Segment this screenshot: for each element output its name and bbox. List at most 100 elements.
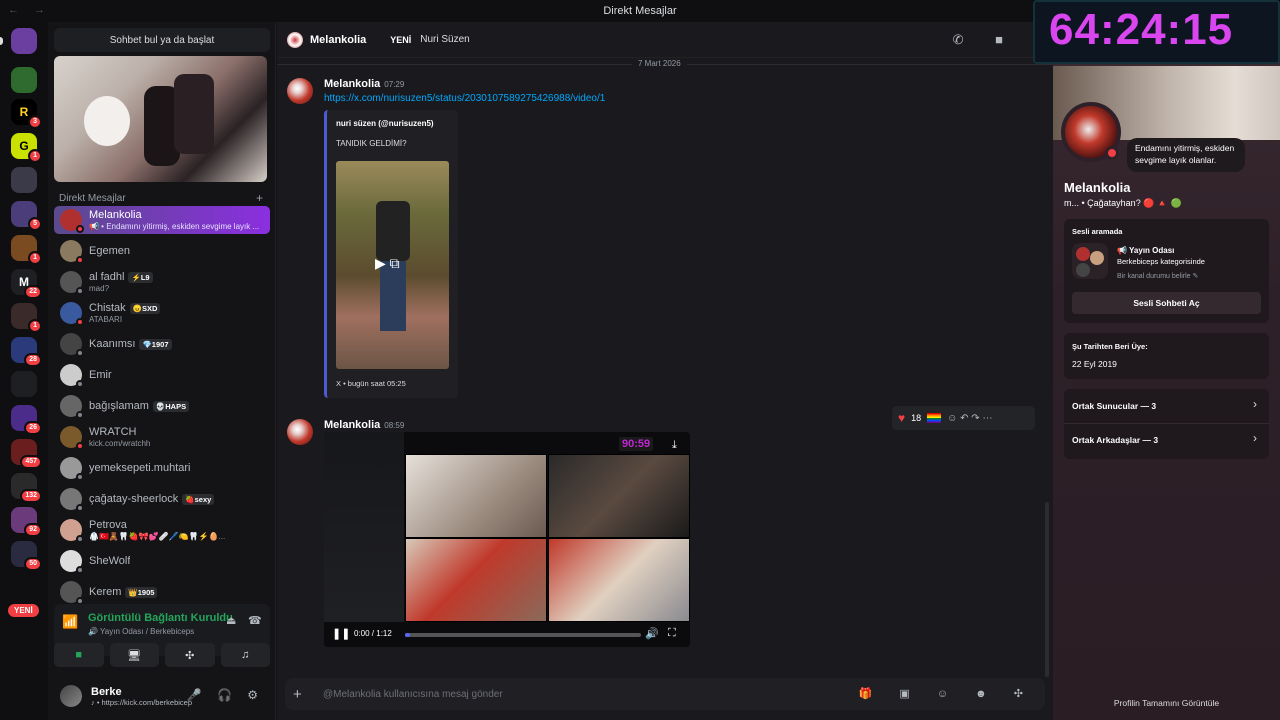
user-controls[interactable]: 🎤 🎧 ⚙ [187,688,264,702]
new-label: YENİ [390,34,412,45]
dm-item[interactable]: Kerem 👑1905 [54,578,270,606]
download-icon[interactable]: ⤓ [672,439,677,452]
server-icon[interactable]: M 22 [11,269,42,299]
unread-badge: 92 [24,523,42,537]
voice-room-name[interactable]: 📢 Yayın Odası [1117,246,1174,255]
activities-button[interactable]: ✣ [165,643,215,667]
rainbow-flag-reaction-icon[interactable] [927,413,942,423]
volume-icon[interactable]: 🔊 [645,627,659,640]
avatar[interactable] [287,78,313,104]
dm-item[interactable]: Chistak 😠SXD ATABARI [54,299,270,327]
avatar[interactable] [1061,102,1121,162]
dm-subtitle: kick.com/wratchh [89,439,151,448]
avatar[interactable] [287,419,313,445]
call-icons[interactable]: ✆ ■ [953,32,1017,48]
dm-item[interactable]: Petrova 🥼🇹🇷🧸🦷🍓🎀💕🩹🖊️🍋🦷⚡🥚... [54,516,270,544]
server-icon[interactable]: 457 [11,439,42,469]
message-author[interactable]: Melankolia [324,78,380,90]
message-action-icons[interactable]: ☺ ↶ ↷ ⋯ [947,413,992,424]
voice-channel-label[interactable]: 🔊 Yayın Odası / Berkebiceps [88,627,194,636]
message-link[interactable]: https://x.com/nurisuzen5/status/20301075… [324,93,605,104]
avatar[interactable] [60,302,84,326]
heart-reaction-icon[interactable]: ♥ [898,411,905,425]
dm-item[interactable]: Kaanımsı 💎1907 [54,330,270,358]
open-voice-chat-button[interactable]: Sesli Sohbeti Aç [1072,292,1261,314]
avatar[interactable] [60,488,84,512]
dm-item[interactable]: SheWolf [54,547,270,575]
pause-icon[interactable]: ❚❚ [332,627,350,640]
server-icon[interactable]: 1 [11,235,42,265]
avatar[interactable] [60,271,84,295]
username: Berke [91,685,122,698]
message-author[interactable]: Melankolia [324,419,380,431]
avatar[interactable] [60,685,82,707]
embed-author[interactable]: nuri süzen (@nurisuzen5) [336,119,434,128]
avatar[interactable] [60,333,84,357]
dm-name: SheWolf [89,555,131,567]
server-icon[interactable]: 50 [11,541,42,571]
dm-item[interactable]: Emir [54,361,270,389]
server-icon[interactable]: 92 [11,507,42,537]
server-icon[interactable]: 5 [11,201,42,231]
video-progress-bar[interactable] [405,633,641,637]
unread-badge: 28 [24,353,42,367]
camera-button[interactable]: ■ [54,643,104,667]
embed-video-thumbnail[interactable]: ▶ ⧉ [336,161,449,369]
server-icon[interactable]: 1 [11,303,42,333]
attach-button[interactable]: + [293,686,313,703]
message-input[interactable] [323,688,883,700]
dm-item[interactable]: Melankolia 📢 • Endamını yitirmiş, eskiden… [54,206,270,234]
dm-item[interactable]: çağatay-sheerlock 🍓sexy [54,485,270,513]
dm-item[interactable]: WRATCH kick.com/wratchh [54,423,270,451]
avatar[interactable] [60,550,84,574]
home-button[interactable] [0,28,37,54]
input-tool-icons[interactable]: 🎁 ▣ ☺ ☻ ✣ [859,687,1035,700]
fullscreen-icon[interactable]: ⛶ [668,627,676,640]
server-icon[interactable] [11,371,37,397]
server-icon[interactable] [11,67,37,93]
chevron-right-icon[interactable]: › [1253,431,1257,445]
add-dm-button[interactable]: + [256,191,263,205]
server-icon[interactable]: 26 [11,405,42,435]
avatar[interactable] [60,519,84,543]
mutual-friends-row[interactable]: Ortak Arkadaşlar — 3 [1072,435,1158,445]
avatar[interactable] [287,31,303,48]
server-icon[interactable]: 132 [11,473,42,503]
avatar[interactable] [60,581,84,605]
chevron-right-icon[interactable]: › [1253,397,1257,411]
set-channel-status[interactable]: Bir kanal durumu belirle ✎ [1117,272,1198,280]
scrollbar[interactable] [1045,502,1049,677]
video-player[interactable]: 90:59 ⤓ ❚❚ 0:00 / 1:12 🔊 ⛶ [324,432,690,647]
screen-share-button[interactable]: 🖥 [109,643,159,667]
avatar [1076,247,1090,261]
server-icon[interactable]: R3 [11,99,42,129]
server-icon[interactable] [11,167,37,193]
avatar[interactable] [60,457,84,481]
dm-item[interactable]: yemeksepeti.muhtari [54,454,270,482]
play-icon[interactable]: ▶ ⧉ [375,255,400,272]
dm-item[interactable]: bağışlamam 💀HAPS [54,392,270,420]
disconnect-icon[interactable]: ☎ [248,614,262,627]
message-time: 08:59 [384,421,405,430]
server-icon[interactable]: 28 [11,337,42,367]
avatar[interactable] [60,364,84,388]
find-conversation-button[interactable]: Sohbet bul ya da başlat [54,28,270,52]
link-embed: nuri süzen (@nurisuzen5) TANIDIK GELDİMİ… [324,110,458,398]
avatar[interactable] [60,426,84,450]
noise-suppression-icon[interactable]: ⏏ [226,614,236,627]
embed-text: TANIDIK GELDİMİ? [336,139,407,148]
stream-timer: 64:24:15 [1049,5,1234,54]
soundboard-button[interactable]: ♫ [220,643,270,667]
reaction-count[interactable]: 18 [911,413,921,423]
avatar[interactable] [60,209,84,233]
server-icon[interactable]: G1 [11,133,42,163]
dm-item[interactable]: Egemen [54,237,270,265]
header-user[interactable]: Nuri Süzen [420,34,469,45]
avatar[interactable] [60,395,84,419]
mutual-servers-row[interactable]: Ortak Sunucular — 3 [1072,401,1156,411]
user-panel[interactable]: Berke ♪ • https://kick.com/berkebicep 🎤 … [54,678,270,714]
dm-item[interactable]: al fadhl ⚡L9 mad? [54,268,270,296]
nav-arrows[interactable]: ← → [8,4,51,16]
view-full-profile-link[interactable]: Profilin Tamamını Görüntüle [1053,698,1280,708]
avatar[interactable] [60,240,84,264]
